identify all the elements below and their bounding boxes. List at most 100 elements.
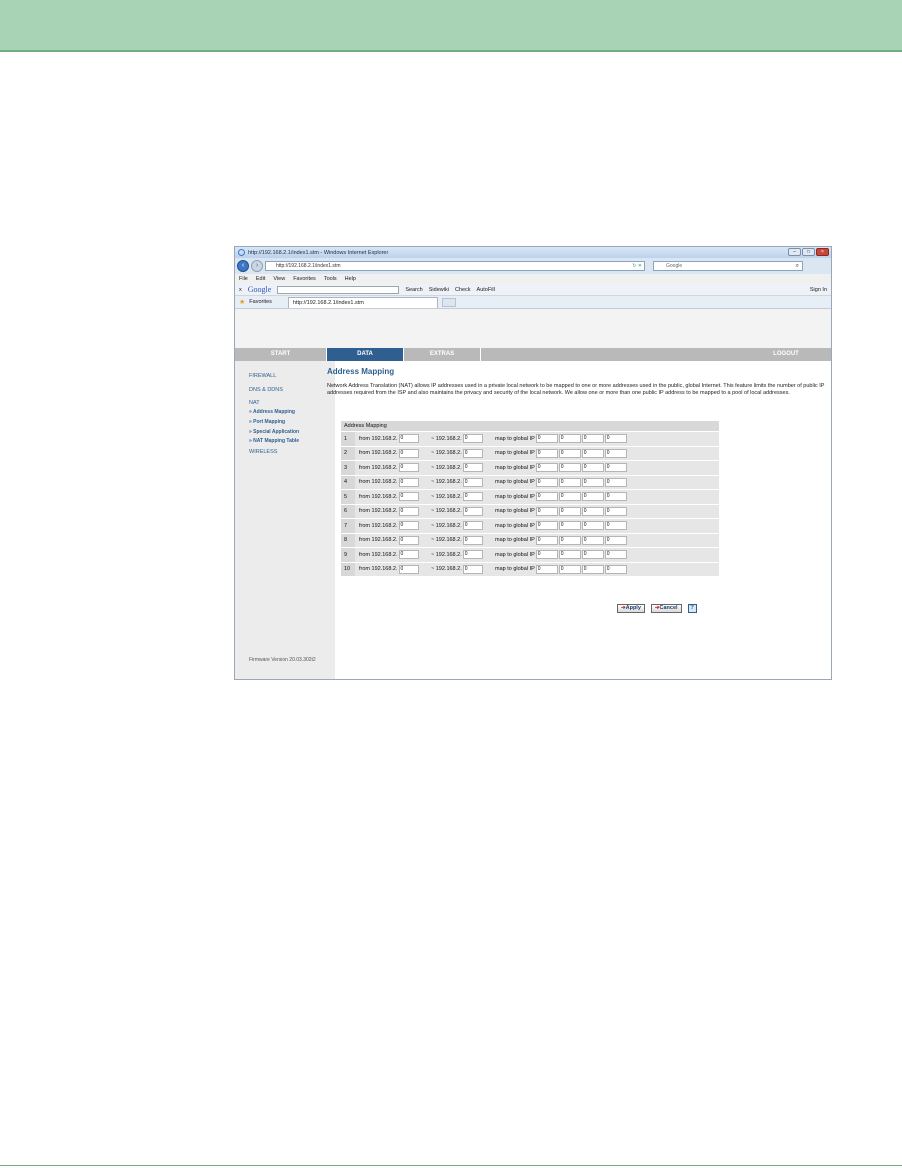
global-ip-octet-4[interactable]: 0 (604, 448, 627, 458)
global-ip-octet-3[interactable]: 0 (581, 434, 604, 444)
from-input[interactable]: 0 (398, 448, 419, 458)
global-ip-octet-4[interactable]: 0 (604, 564, 627, 574)
global-ip-octet-2[interactable]: 0 (558, 564, 581, 574)
global-ip-octet-3[interactable]: 0 (581, 492, 604, 502)
cancel-button[interactable]: ➔Cancel (650, 604, 682, 613)
global-ip-octet-2[interactable]: 0 (558, 477, 581, 487)
tab-extras[interactable]: EXTRAS (404, 348, 481, 361)
menu-help[interactable]: Help (345, 276, 356, 282)
global-ip-octet-1[interactable]: 0 (535, 448, 558, 458)
global-ip-octet-3[interactable]: 0 (581, 448, 604, 458)
global-ip-octet-3[interactable]: 0 (581, 477, 604, 487)
global-ip-octet-4[interactable]: 0 (604, 535, 627, 545)
global-ip-octet-1[interactable]: 0 (535, 535, 558, 545)
help-icon[interactable]: ? (687, 604, 697, 613)
sidebar-sub-address-mapping[interactable]: » Address Mapping (249, 409, 295, 415)
sidebar-item-firewall[interactable]: FIREWALL (249, 373, 276, 379)
to-input[interactable]: 0 (462, 492, 483, 502)
address-input[interactable]: http://192.168.2.1/index1.stm ↻ ✕ (265, 261, 645, 271)
sidebar-sub-port-mapping[interactable]: » Port Mapping (249, 419, 285, 425)
from-input[interactable]: 0 (398, 492, 419, 502)
to-input[interactable]: 0 (462, 521, 483, 531)
sidewiki-button[interactable]: Sidewiki (429, 287, 449, 293)
to-input[interactable]: 0 (462, 550, 483, 560)
from-input[interactable]: 0 (398, 463, 419, 473)
back-icon[interactable]: ‹ (237, 260, 249, 272)
favorites-star-icon[interactable]: ★ (239, 298, 245, 306)
from-input[interactable]: 0 (398, 434, 419, 444)
sidebar-item-nat[interactable]: NAT (249, 400, 260, 406)
global-ip-octet-2[interactable]: 0 (558, 492, 581, 502)
global-ip-octet-3[interactable]: 0 (581, 550, 604, 560)
sidebar-sub-nat-mapping-table[interactable]: » NAT Mapping Table (249, 438, 299, 444)
from-input[interactable]: 0 (398, 535, 419, 545)
global-ip-octet-3[interactable]: 0 (581, 506, 604, 516)
global-ip-octet-2[interactable]: 0 (558, 463, 581, 473)
global-ip-octet-1[interactable]: 0 (535, 521, 558, 531)
apply-button[interactable]: ➔Apply (617, 604, 645, 613)
from-input[interactable]: 0 (398, 521, 419, 531)
maximize-button[interactable]: □ (802, 248, 815, 256)
forward-icon[interactable]: › (251, 260, 263, 272)
new-tab-button[interactable] (441, 297, 456, 307)
global-ip-octet-2[interactable]: 0 (558, 521, 581, 531)
browser-tab[interactable]: http://192.168.2.1/index1.stm (287, 296, 438, 308)
global-ip-octet-1[interactable]: 0 (535, 477, 558, 487)
to-input[interactable]: 0 (462, 448, 483, 458)
global-ip-octet-1[interactable]: 0 (535, 506, 558, 516)
global-ip-octet-2[interactable]: 0 (558, 506, 581, 516)
global-ip-octet-2[interactable]: 0 (558, 434, 581, 444)
to-input[interactable]: 0 (462, 506, 483, 516)
menu-view[interactable]: View (273, 276, 285, 282)
sidebar-sub-special-application[interactable]: » Special Application (249, 429, 299, 435)
global-ip-octet-3[interactable]: 0 (581, 521, 604, 531)
search-icon[interactable]: ⌕ (796, 263, 799, 270)
global-ip-octet-4[interactable]: 0 (604, 477, 627, 487)
menu-tools[interactable]: Tools (324, 276, 337, 282)
tab-start[interactable]: START (235, 348, 327, 361)
global-ip-octet-3[interactable]: 0 (581, 535, 604, 545)
global-ip-octet-2[interactable]: 0 (558, 550, 581, 560)
global-ip-octet-4[interactable]: 0 (604, 550, 627, 560)
global-ip-octet-1[interactable]: 0 (535, 434, 558, 444)
tab-logout[interactable]: LOGOUT (741, 348, 831, 361)
to-input[interactable]: 0 (462, 434, 483, 444)
refresh-stop-icon[interactable]: ↻ ✕ (632, 263, 642, 269)
search-input[interactable]: Google ⌕ (653, 261, 803, 271)
global-ip-octet-3[interactable]: 0 (581, 564, 604, 574)
from-input[interactable]: 0 (398, 506, 419, 516)
from-input[interactable]: 0 (398, 564, 419, 574)
to-input[interactable]: 0 (462, 477, 483, 487)
global-ip-octet-4[interactable]: 0 (604, 492, 627, 502)
menu-edit[interactable]: Edit (256, 276, 265, 282)
from-input[interactable]: 0 (398, 550, 419, 560)
menu-favorites[interactable]: Favorites (293, 276, 316, 282)
global-ip-octet-2[interactable]: 0 (558, 535, 581, 545)
to-input[interactable]: 0 (462, 463, 483, 473)
global-ip-octet-4[interactable]: 0 (604, 521, 627, 531)
to-input[interactable]: 0 (462, 564, 483, 574)
google-search-button[interactable]: Search (405, 287, 422, 293)
favorites-button[interactable]: Favorites (249, 299, 272, 305)
global-ip-octet-3[interactable]: 0 (581, 463, 604, 473)
check-button[interactable]: Check (455, 287, 471, 293)
close-button[interactable]: × (816, 248, 829, 256)
global-ip-octet-1[interactable]: 0 (535, 550, 558, 560)
menu-file[interactable]: File (239, 276, 248, 282)
sidebar-item-wireless[interactable]: WIRELESS (249, 449, 277, 455)
global-ip-octet-4[interactable]: 0 (604, 506, 627, 516)
to-input[interactable]: 0 (462, 535, 483, 545)
global-ip-octet-1[interactable]: 0 (535, 492, 558, 502)
close-toolbar-icon[interactable]: x (239, 287, 242, 293)
from-input[interactable]: 0 (398, 477, 419, 487)
global-ip-octet-2[interactable]: 0 (558, 448, 581, 458)
tab-data[interactable]: DATA (327, 348, 404, 361)
autofill-button[interactable]: AutoFill (477, 287, 495, 293)
google-search-input[interactable] (277, 285, 400, 294)
minimize-button[interactable]: – (788, 248, 801, 256)
global-ip-octet-1[interactable]: 0 (535, 564, 558, 574)
sidebar-item-dns[interactable]: DNS & DDNS (249, 387, 283, 393)
global-ip-octet-4[interactable]: 0 (604, 463, 627, 473)
global-ip-octet-4[interactable]: 0 (604, 434, 627, 444)
global-ip-octet-1[interactable]: 0 (535, 463, 558, 473)
